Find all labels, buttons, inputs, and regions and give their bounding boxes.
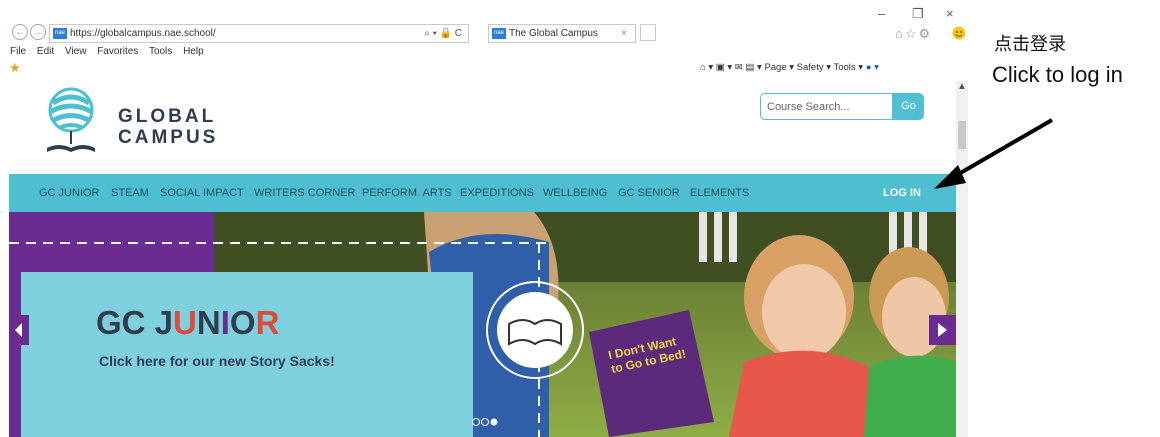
nav-elements[interactable]: ELEMENTS: [690, 174, 749, 212]
home-favorites-settings-icons[interactable]: ⌂☆⚙: [895, 26, 932, 42]
title-bar: ← → nae https://globalcampus.nae.school/…: [0, 0, 970, 46]
smiley-icon[interactable]: [952, 26, 966, 40]
minimize-button[interactable]: –: [878, 6, 885, 21]
back-button[interactable]: ←: [12, 24, 28, 40]
hero-carousel[interactable]: GC JUNIOR Click here for our new Story S…: [9, 212, 956, 437]
nav-steam[interactable]: STEAM: [111, 174, 149, 212]
logo-line-2: CAMPUS: [118, 127, 219, 148]
hero-title[interactable]: GC JUNIOR: [96, 304, 279, 342]
nav-perform-arts[interactable]: PERFORM. ARTS: [362, 174, 452, 212]
new-tab-button[interactable]: [640, 24, 656, 41]
address-bar[interactable]: nae https://globalcampus.nae.school/ ⌕ ▾…: [49, 24, 469, 43]
web-page: GLOBAL CAMPUS Course Search... Go GC JUN…: [9, 81, 956, 437]
favorites-star-icon[interactable]: ★: [9, 60, 21, 76]
nav-gc-senior[interactable]: GC SENIOR: [618, 174, 680, 212]
hero-title-r: R: [255, 304, 280, 341]
tab-title: The Global Campus: [509, 28, 598, 39]
command-icons[interactable]: ⌂ ▾ ▣ ▾ ✉ ▤ ▾: [700, 62, 764, 73]
nav-wellbeing[interactable]: WELLBEING: [543, 174, 607, 212]
global-campus-logo-icon[interactable]: [41, 86, 101, 161]
logo-wordmark[interactable]: GLOBAL CAMPUS: [118, 106, 218, 148]
tab-favicon: nae: [492, 28, 506, 39]
command-bar: ⌂ ▾ ▣ ▾ ✉ ▤ ▾ Page ▾ Safety ▾ Tools ▾ ● …: [700, 62, 879, 73]
hero-subtitle[interactable]: Click here for our new Story Sacks!: [99, 353, 335, 369]
annotation-arrow-icon: [934, 118, 1054, 189]
forward-button[interactable]: →: [30, 24, 46, 40]
site-favicon: nae: [53, 28, 67, 39]
menu-edit[interactable]: Edit: [37, 46, 54, 57]
browser-window: ← → nae https://globalcampus.nae.school/…: [0, 0, 970, 437]
menu-favorites[interactable]: Favorites: [97, 46, 138, 57]
annotation-zh: 点击登录: [994, 34, 1066, 55]
command-menus[interactable]: Page ▾ Safety ▾ Tools ▾: [764, 62, 863, 73]
hero-title-o: O: [229, 304, 256, 341]
scroll-up-icon[interactable]: ▲: [957, 81, 967, 92]
nav-social-impact[interactable]: SOCIAL IMPACT: [160, 174, 244, 212]
tab-global-campus[interactable]: nae The Global Campus ×: [488, 24, 636, 43]
restore-button[interactable]: ❐: [912, 6, 924, 22]
menu-tools[interactable]: Tools: [149, 46, 172, 57]
hero-title-u: U: [173, 304, 197, 341]
menu-file[interactable]: File: [10, 46, 26, 57]
menu-bar: File Edit View Favorites Tools Help: [10, 46, 212, 57]
course-search: Course Search... Go: [760, 93, 924, 120]
annotation-en: Click to log in: [992, 62, 1123, 87]
course-search-input[interactable]: Course Search...: [760, 93, 893, 120]
main-navigation: GC JUNIOR STEAM SOCIAL IMPACT WRITERS CO…: [9, 174, 956, 212]
logo-line-1: GLOBAL: [118, 106, 217, 127]
tab-close-icon[interactable]: ×: [621, 25, 627, 42]
menu-view[interactable]: View: [65, 46, 87, 57]
hero-title-j: J: [154, 304, 174, 341]
address-url: https://globalcampus.nae.school/: [70, 28, 216, 39]
address-tools[interactable]: ⌕ ▾ 🔒 C: [424, 25, 462, 42]
help-icon[interactable]: ● ▾: [866, 62, 879, 73]
hero-title-i: I: [220, 304, 230, 341]
nav-writers-corner[interactable]: WRITERS CORNER: [254, 174, 355, 212]
close-window-button[interactable]: ×: [946, 6, 954, 21]
hero-title-gc: GC: [96, 304, 155, 341]
login-link[interactable]: LOG IN: [883, 174, 921, 212]
menu-help[interactable]: Help: [183, 46, 204, 57]
nav-gc-junior[interactable]: GC JUNIOR: [39, 174, 100, 212]
hero-title-n: N: [196, 304, 221, 341]
nav-expeditions[interactable]: EXPEDITIONS: [460, 174, 534, 212]
